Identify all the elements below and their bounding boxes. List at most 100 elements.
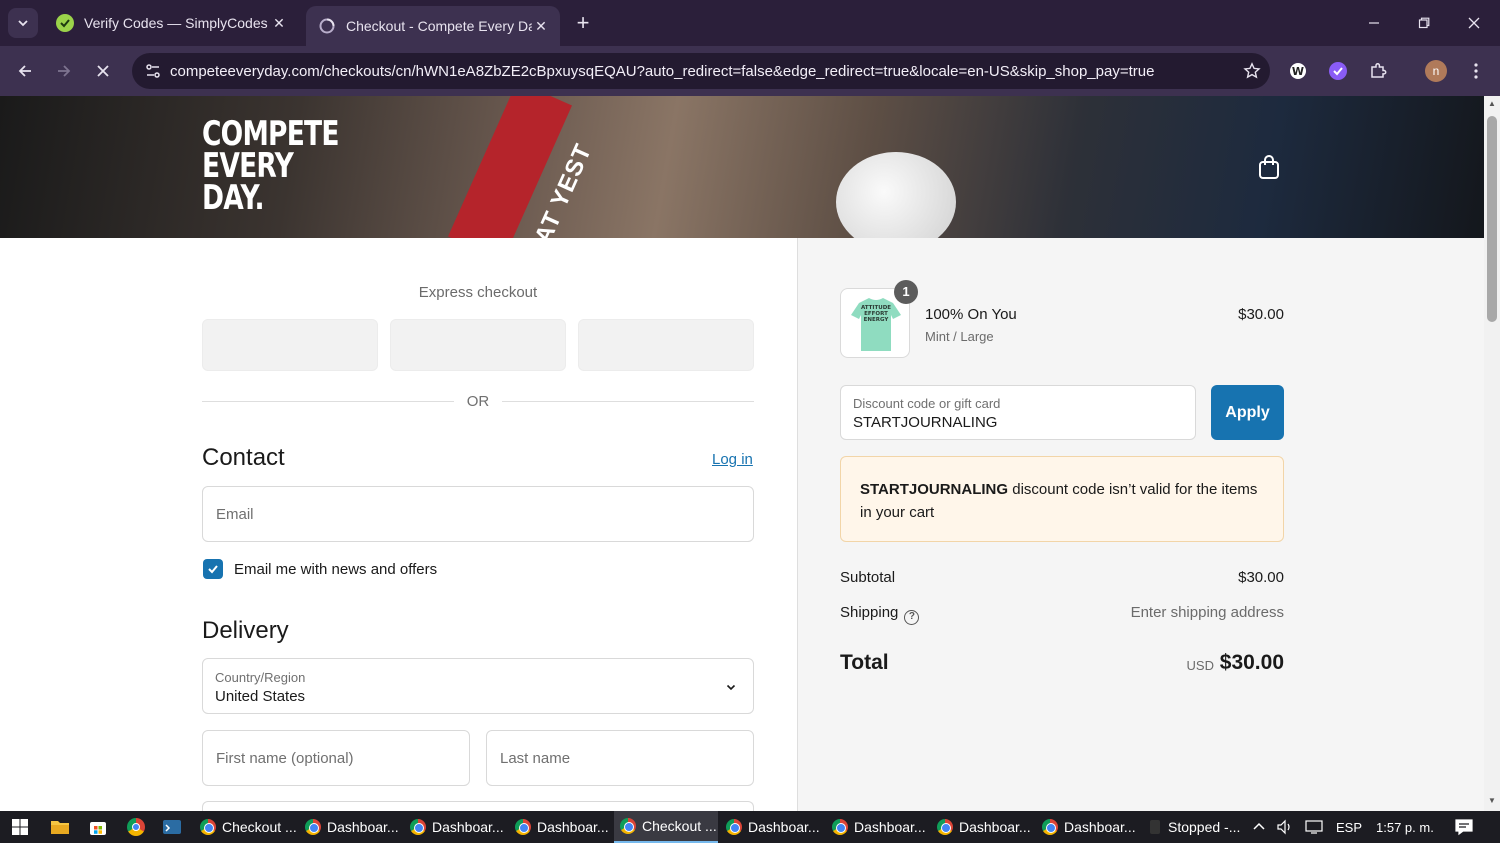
taskbar-window-item[interactable]: Dashboar... [931,811,1033,843]
chrome-icon [410,819,426,835]
volume-icon[interactable] [1276,811,1294,843]
new-tab-button[interactable]: + [570,11,596,37]
taskbar-window-item[interactable]: Dashboar... [509,811,611,843]
order-summary-column: ATTITUDE EFFORT ENERGY 1 100% On You Min… [797,238,1484,811]
contact-heading: Contact [202,444,285,471]
taskbar-window-item[interactable]: Dashboar... [720,811,822,843]
taskbar-item-label: Dashboar... [327,819,399,835]
minimize-button[interactable] [1354,10,1394,36]
scrollbar-thumb[interactable] [1487,116,1497,322]
extension-w-icon[interactable]: W [1286,59,1310,83]
divider [202,401,454,402]
ball-image [836,152,956,238]
taskbar-window-item[interactable]: Checkout ... [194,811,296,843]
taskbar-item-label: Stopped -... [1168,819,1241,835]
tab-title: Checkout - Compete Every Day [346,18,532,34]
extension-simplycodes-icon[interactable] [1326,59,1350,83]
news-offers-label[interactable]: Email me with news and offers [234,561,437,578]
express-pay-button-2[interactable] [390,319,566,371]
taskbar-item-label: Dashboar... [854,819,926,835]
store-logo[interactable]: COMPETE EVERY DAY. [202,117,339,218]
terminal-app-icon[interactable] [158,815,186,839]
stop-loading-button[interactable] [90,58,116,84]
svg-text:W: W [1292,65,1304,78]
chrome-icon [305,819,321,835]
shipping-label: Shipping [840,604,899,621]
login-link[interactable]: Log in [712,451,753,468]
tab-checkout[interactable]: Checkout - Compete Every Day ✕ [306,6,560,46]
taskbar-item-label: Dashboar... [748,819,820,835]
email-field[interactable]: Email [202,486,754,542]
email-placeholder: Email [216,506,254,523]
back-button[interactable] [12,58,38,84]
first-name-field[interactable]: First name (optional) [202,730,470,786]
subtotal-label: Subtotal [840,569,896,586]
tray-chevron-up-icon[interactable] [1252,811,1266,843]
store-app-icon[interactable] [84,815,112,839]
taskbar-window-item[interactable]: Dashboar... [404,811,506,843]
page-scrollbar[interactable]: ▲ ▼ [1484,96,1500,811]
shopping-bag-icon[interactable] [1257,154,1281,180]
express-pay-button-1[interactable] [202,319,378,371]
chrome-icon [515,819,531,835]
avatar[interactable]: n [1424,59,1448,83]
product-name: 100% On You [925,306,1017,323]
url-text[interactable]: competeeveryday.com/checkouts/cn/hWN1eA8… [170,63,1234,80]
scroll-down-arrow-icon[interactable]: ▼ [1487,796,1497,806]
shipping-value: Enter shipping address [1130,604,1284,621]
country-region-value: United States [215,688,306,705]
close-icon [1468,17,1480,29]
first-name-placeholder: First name (optional) [216,750,354,767]
windows-taskbar: Checkout ... Dashboar... Dashboar... Das… [0,811,1500,843]
close-icon [97,65,109,77]
taskbar-window-item[interactable]: Dashboar... [1036,811,1138,843]
taskbar-window-item[interactable]: Dashboar... [826,811,928,843]
forward-button[interactable] [51,58,77,84]
input-language[interactable]: ESP [1336,811,1362,843]
taskbar-item-label: Dashboar... [1064,819,1136,835]
or-separator: OR [466,393,490,410]
close-window-button[interactable] [1454,10,1494,36]
tab-search-button[interactable] [8,8,38,38]
taskbar-stopped-item[interactable]: Stopped -... [1144,811,1244,843]
chevron-down-icon [726,684,736,691]
total-value: $30.00 [1219,651,1284,674]
taskbar-window-item-active[interactable]: Checkout ... [614,811,718,843]
close-icon[interactable]: ✕ [532,17,550,35]
express-pay-button-3[interactable] [578,319,754,371]
site-settings-icon[interactable] [136,53,170,89]
bookmark-star-icon[interactable] [1234,62,1270,80]
taskbar-window-item[interactable]: Dashboar... [299,811,401,843]
extensions-puzzle-icon[interactable] [1366,59,1390,83]
apply-discount-button[interactable]: Apply [1211,385,1284,440]
total-currency: USD [1186,658,1214,673]
help-circle-icon[interactable]: ? [904,610,920,625]
restore-button[interactable] [1404,10,1444,36]
alert-code: STARTJOURNALING [860,481,1009,498]
windows-start-icon[interactable] [6,815,34,839]
system-clock[interactable]: 1:57 p. m. [1376,811,1434,843]
close-icon[interactable]: ✕ [270,14,288,32]
discount-code-value: STARTJOURNALING [853,414,998,431]
address-bar[interactable]: competeeveryday.com/checkouts/cn/hWN1eA8… [132,53,1270,89]
taskbar-item-label: Checkout ... [222,819,296,835]
country-region-select[interactable]: Country/Region United States [202,658,754,714]
network-icon[interactable] [1304,811,1324,843]
chrome-icon[interactable] [122,815,150,839]
taskbar-item-label: Dashboar... [959,819,1031,835]
chevron-down-icon [18,20,28,27]
tab-verify-codes[interactable]: Verify Codes — SimplyCodes ✕ [44,6,298,40]
scroll-up-arrow-icon[interactable]: ▲ [1487,99,1497,109]
discount-code-label: Discount code or gift card [853,396,1001,411]
logo-line: DAY. [202,178,265,218]
shipping-row: Shipping? [840,604,920,625]
chrome-icon [832,819,848,835]
notifications-icon[interactable] [1454,811,1474,843]
browser-menu-button[interactable] [1464,59,1488,83]
news-offers-checkbox[interactable] [203,559,223,579]
discount-code-field[interactable]: Discount code or gift card STARTJOURNALI… [840,385,1196,440]
file-explorer-icon[interactable] [46,815,74,839]
kebab-menu-icon [1474,63,1478,79]
arrow-right-icon [58,65,71,77]
last-name-field[interactable]: Last name [486,730,754,786]
